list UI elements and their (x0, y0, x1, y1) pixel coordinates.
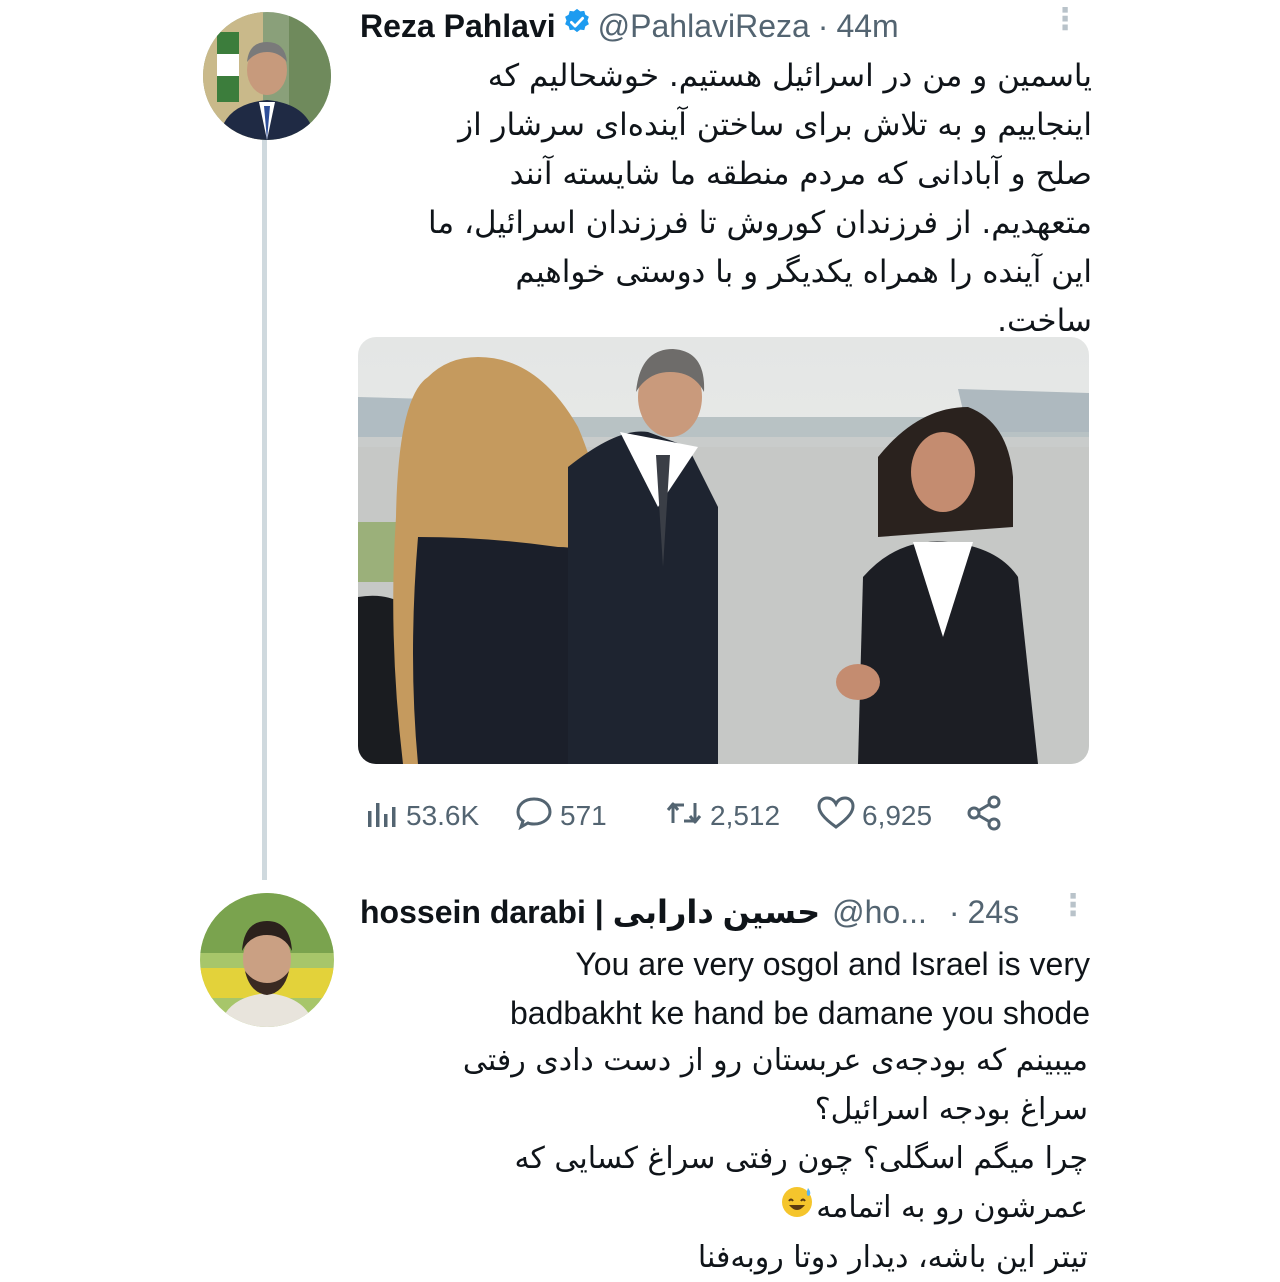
reply-text-segment: عمرشون رو به اتمامه (816, 1190, 1088, 1225)
tweet-text: یاسمین و من در اسرائیل هستیم. خوشحالیم ک… (352, 52, 1092, 346)
separator-dot: · (948, 893, 960, 930)
like-count: 6,925 (862, 800, 933, 831)
verified-badge-icon (562, 7, 592, 45)
reply-author-avatar[interactable] (200, 893, 334, 1027)
tweet-photo[interactable] (358, 337, 1089, 764)
tweet-text-line: صلح و آبادانی که مردم منطقه ما شایسته آن… (509, 156, 1092, 192)
views-count: 53.6K (406, 800, 480, 831)
reply-text-line: میبینم که بودجه‌ی عربستان رو از دست دادی… (462, 1043, 1088, 1078)
reply-text-persian: میبینم که بودجه‌ی عربستان رو از دست دادی… (328, 1036, 1088, 1282)
tweet-header: Reza Pahlavi @PahlaviReza · 44m (360, 4, 899, 48)
author-handle[interactable]: @PahlaviReza (598, 8, 810, 45)
author-avatar[interactable] (203, 12, 331, 140)
tweet-text-line: این آینده را همراه یکدیگر و با دوستی خوا… (515, 254, 1092, 290)
author-name[interactable]: Reza Pahlavi (360, 8, 556, 45)
tweet-text-line: یاسمین و من در اسرائیل هستیم. خوشحالیم ک… (487, 58, 1092, 94)
share-button[interactable] (966, 795, 1004, 838)
retweet-icon (664, 797, 704, 836)
thread-connector-line (262, 140, 267, 880)
more-vertical-icon[interactable]: ⋮ (1050, 2, 1080, 37)
reply-header: hossein darabi | حسین دارابی @ho... · 24… (360, 888, 1019, 936)
tweet-text-line: اینجاییم و به تلاش برای ساختن آینده‌ای س… (458, 107, 1092, 143)
heart-icon (816, 795, 856, 837)
share-icon (966, 795, 1004, 838)
analytics-icon (366, 797, 400, 836)
reply-text-english: You are very osgol and Israel is very ba… (420, 940, 1090, 1038)
reply-text-line: You are very osgol and Israel is very (575, 946, 1090, 982)
reply-button[interactable]: 571 (514, 796, 607, 837)
more-vertical-icon[interactable]: ⋮ (1058, 888, 1088, 923)
reply-text-line: چرا میگم اسگلی؟ چون رفتی سراغ کسایی که (514, 1141, 1088, 1176)
reply-text-line: سراغ بودجه اسرائیل؟ (814, 1092, 1088, 1127)
separator-dot: · (817, 7, 829, 44)
reply-text-line: تیتر این باشه، دیدار دوتا روبه‌فنا (697, 1240, 1088, 1275)
timestamp[interactable]: 44m (836, 8, 898, 45)
tweet-text-line: متعهدیم. از فرزندان کوروش تا فرزندان اسر… (428, 205, 1092, 241)
like-button[interactable]: 6,925 (816, 795, 933, 837)
sweat-smile-emoji (780, 1184, 814, 1233)
reply-timestamp[interactable]: 24s (968, 894, 1020, 931)
reply-author-handle[interactable]: @ho... (832, 894, 927, 931)
reply-icon (514, 796, 554, 837)
reply-count: 571 (560, 800, 607, 831)
retweet-count: 2,512 (710, 800, 781, 831)
reply-text-line: badbakht ke hand be damane you shode (509, 995, 1090, 1031)
retweet-button[interactable]: 2,512 (664, 797, 780, 836)
views-count-button[interactable]: 53.6K (366, 797, 479, 836)
reply-text-line: عمرشون رو به اتمامه (328, 1183, 1088, 1233)
reply-author-name[interactable]: hossein darabi | حسین دارابی (360, 893, 820, 931)
